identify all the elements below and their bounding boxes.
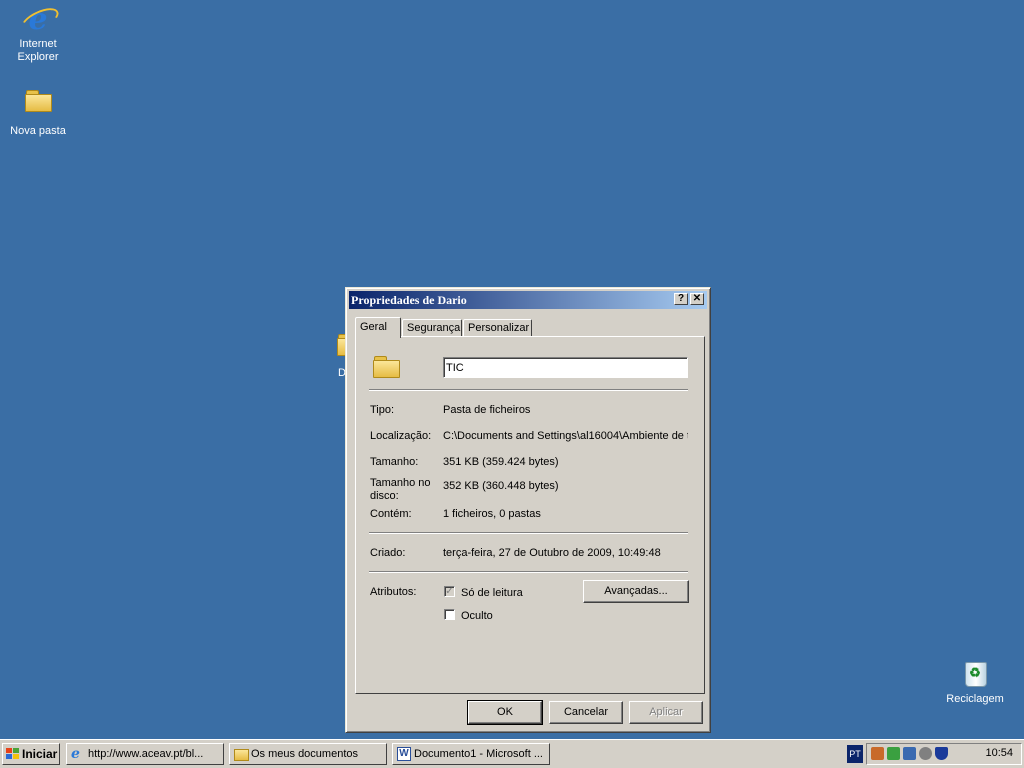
start-label: Iniciar xyxy=(22,747,58,761)
ok-button[interactable]: OK xyxy=(467,700,543,725)
display-icon[interactable] xyxy=(903,747,916,760)
start-button[interactable]: Iniciar xyxy=(2,743,60,765)
folder-name-input[interactable] xyxy=(443,357,688,378)
criado-value: terça-feira, 27 de Outubro de 2009, 10:4… xyxy=(443,547,661,559)
volume-icon[interactable] xyxy=(919,747,932,760)
language-indicator[interactable]: PT xyxy=(847,745,863,763)
localizacao-label: Localização: xyxy=(370,430,432,442)
clock[interactable]: 10:54 xyxy=(985,747,1013,759)
readonly-checkbox[interactable]: ✓ xyxy=(444,586,455,597)
taskbar-item-label: Os meus documentos xyxy=(251,748,358,760)
folder-icon xyxy=(22,90,54,122)
taskbar-item-label: Documento1 - Microsoft ... xyxy=(414,748,543,760)
help-button[interactable]: ? xyxy=(674,293,688,305)
separator xyxy=(369,571,688,573)
tab-personalizar[interactable]: Personalizar xyxy=(463,319,532,337)
apply-button[interactable]: Aplicar xyxy=(629,701,703,724)
taskbar-item-label: http://www.aceav.pt/bl... xyxy=(88,748,204,760)
tipo-value: Pasta de ficheiros xyxy=(443,404,531,416)
hidden-label[interactable]: Oculto xyxy=(461,610,493,622)
tamanho-disco-value: 352 KB (360.448 bytes) xyxy=(443,480,559,492)
tab-seguranca[interactable]: Segurança xyxy=(402,319,462,337)
desktop-icon-label: Reciclagem xyxy=(946,693,1004,705)
folder-icon xyxy=(234,749,249,761)
taskbar-item-documents[interactable]: Os meus documentos xyxy=(229,743,387,765)
taskbar-item-word[interactable]: W Documento1 - Microsoft ... xyxy=(392,743,550,765)
atributos-label: Atributos: xyxy=(370,586,417,598)
recycle-bin-icon: ♻ xyxy=(959,658,991,690)
taskbar: Iniciar e http://www.aceav.pt/bl... Os m… xyxy=(0,739,1024,768)
close-button[interactable]: ✕ xyxy=(690,293,704,305)
monitor-icon[interactable] xyxy=(887,747,900,760)
advanced-button[interactable]: Avançadas... xyxy=(583,580,689,603)
taskbar-item-browser[interactable]: e http://www.aceav.pt/bl... xyxy=(66,743,224,765)
word-icon: W xyxy=(397,747,411,761)
tamanho-label: Tamanho: xyxy=(370,456,419,468)
tab-geral[interactable]: Geral xyxy=(355,317,401,338)
internet-explorer-icon: e xyxy=(71,746,80,762)
tamanho-disco-label-2: disco: xyxy=(370,490,399,502)
tamanho-value: 351 KB (359.424 bytes) xyxy=(443,456,559,468)
desktop-icon-internet-explorer[interactable]: e Internet Explorer xyxy=(0,3,76,64)
internet-explorer-icon: e xyxy=(18,3,62,37)
dialog-title: Propriedades de Dario xyxy=(351,293,467,307)
tab-panel-geral: Tipo: Pasta de ficheiros Localização: C:… xyxy=(355,336,705,694)
network-icon[interactable] xyxy=(871,747,884,760)
hidden-checkbox[interactable] xyxy=(444,609,455,620)
tipo-label: Tipo: xyxy=(370,404,395,416)
shield-icon[interactable] xyxy=(935,747,948,760)
folder-icon xyxy=(373,356,400,378)
criado-label: Criado: xyxy=(370,547,406,559)
desktop-icon-label: Explorer xyxy=(17,51,59,63)
dialog-titlebar[interactable]: Propriedades de Dario ? ✕ xyxy=(349,291,707,309)
cancel-button[interactable]: Cancelar xyxy=(549,701,623,724)
desktop-icon-label: Internet xyxy=(19,38,57,50)
contem-label: Contém: xyxy=(370,508,412,520)
system-tray: PT 10:54 xyxy=(847,743,1022,765)
readonly-label[interactable]: Só de leitura xyxy=(461,587,523,599)
contem-value: 1 ficheiros, 0 pastas xyxy=(443,508,541,520)
desktop-icon-nova-pasta[interactable]: Nova pasta xyxy=(0,84,76,138)
separator xyxy=(369,532,688,534)
desktop-icon-label: Nova pasta xyxy=(10,125,66,137)
localizacao-value: C:\Documents and Settings\al16004\Ambien… xyxy=(443,430,688,442)
desktop-icon-reciclagem[interactable]: ♻ Reciclagem xyxy=(937,656,1013,706)
windows-logo-icon xyxy=(6,748,19,760)
tamanho-disco-label-1: Tamanho no xyxy=(370,477,431,489)
properties-dialog: Propriedades de Dario ? ✕ Geral Seguranç… xyxy=(345,287,711,733)
separator xyxy=(369,389,688,391)
